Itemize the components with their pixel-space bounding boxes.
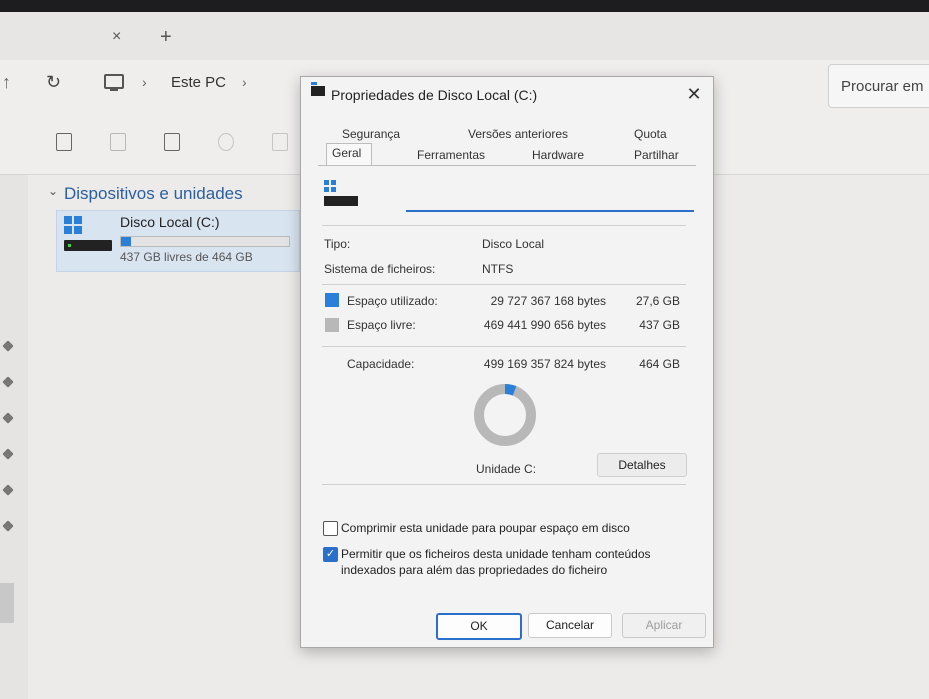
title-bar: [0, 0, 929, 12]
drive-icon: [324, 196, 358, 206]
search-placeholder: Procurar em: [841, 78, 924, 95]
free-space-swatch: [325, 318, 339, 332]
index-checkbox[interactable]: ✓: [323, 547, 338, 562]
windows-logo-icon: [64, 216, 82, 234]
drive-free-text: 437 GB livres de 464 GB: [120, 250, 253, 264]
filesystem-label: Sistema de ficheiros:: [324, 262, 436, 276]
breadcrumb-este-pc[interactable]: Este PC: [171, 74, 226, 91]
tab-ferramentas[interactable]: Ferramentas: [417, 148, 485, 162]
close-icon[interactable]: ✕: [682, 82, 706, 106]
chevron-down-icon[interactable]: ⌄: [48, 184, 58, 198]
chevron-right-icon[interactable]: ›: [142, 74, 147, 90]
group-header[interactable]: Dispositivos e unidades: [64, 184, 243, 204]
share-icon[interactable]: [218, 133, 234, 151]
drive-icon: [64, 240, 112, 251]
free-space-label: Espaço livre:: [347, 318, 416, 332]
donut-free-ring: [474, 384, 536, 446]
paste-icon[interactable]: [110, 133, 126, 151]
tab-geral[interactable]: Geral: [332, 146, 361, 160]
up-arrow-icon[interactable]: ↑: [2, 72, 11, 93]
new-tab-icon[interactable]: +: [160, 26, 172, 49]
delete-icon[interactable]: [272, 133, 288, 151]
free-space-bytes: 469 441 990 656 bytes: [483, 318, 606, 332]
this-pc-icon[interactable]: [104, 74, 124, 91]
cancel-button[interactable]: Cancelar: [528, 613, 612, 638]
drive-usage-fill: [121, 237, 132, 246]
ok-button[interactable]: OK: [436, 613, 522, 640]
tab-seguranca[interactable]: Segurança: [342, 127, 400, 141]
drive-usage-bar: [120, 236, 290, 247]
free-space-size: 437 GB: [639, 318, 680, 332]
dialog-title: Propriedades de Disco Local (C:): [331, 87, 538, 103]
divider: [322, 284, 686, 285]
compress-label: Comprimir esta unidade para poupar espaç…: [341, 521, 630, 535]
tab-partilhar[interactable]: Partilhar: [634, 148, 679, 162]
used-space-label: Espaço utilizado:: [347, 294, 438, 308]
rename-icon[interactable]: [164, 133, 180, 151]
details-button[interactable]: Detalhes: [597, 453, 687, 477]
capacity-label: Capacidade:: [347, 357, 415, 371]
drive-label-input[interactable]: [406, 186, 694, 212]
type-label: Tipo:: [324, 237, 351, 251]
compress-checkbox[interactable]: [323, 521, 338, 536]
disk-usage-donut: [474, 384, 536, 446]
capacity-size: 464 GB: [639, 357, 680, 371]
copy-icon[interactable]: [56, 133, 72, 151]
scrollbar-thumb[interactable]: [0, 583, 14, 623]
drive-icon: [311, 82, 325, 96]
tab-divider: [318, 165, 696, 166]
used-space-size: 27,6 GB: [635, 294, 680, 308]
tab-hardware[interactable]: Hardware: [532, 148, 584, 162]
refresh-icon[interactable]: ↻: [46, 72, 61, 93]
index-label: Permitir que os ficheiros desta unidade …: [341, 547, 651, 577]
type-value: Disco Local: [482, 237, 545, 251]
divider: [322, 484, 686, 485]
chevron-right-icon[interactable]: ›: [242, 74, 247, 90]
apply-button[interactable]: Aplicar: [622, 613, 706, 638]
close-tab-icon[interactable]: ×: [112, 28, 121, 46]
used-space-bytes: 29 727 367 168 bytes: [490, 294, 606, 308]
drive-name: Disco Local (C:): [120, 214, 220, 230]
filesystem-value: NTFS: [482, 262, 514, 276]
tab-versoes-anteriores[interactable]: Versões anteriores: [468, 127, 568, 141]
divider: [322, 225, 686, 226]
used-space-swatch: [325, 293, 339, 307]
tab-quota[interactable]: Quota: [634, 127, 667, 141]
tab-strip: [0, 12, 929, 60]
divider: [322, 346, 686, 347]
drive-letter-label: Unidade C:: [476, 462, 537, 476]
capacity-bytes: 499 169 357 824 bytes: [483, 357, 606, 371]
windows-logo-icon: [324, 180, 336, 192]
